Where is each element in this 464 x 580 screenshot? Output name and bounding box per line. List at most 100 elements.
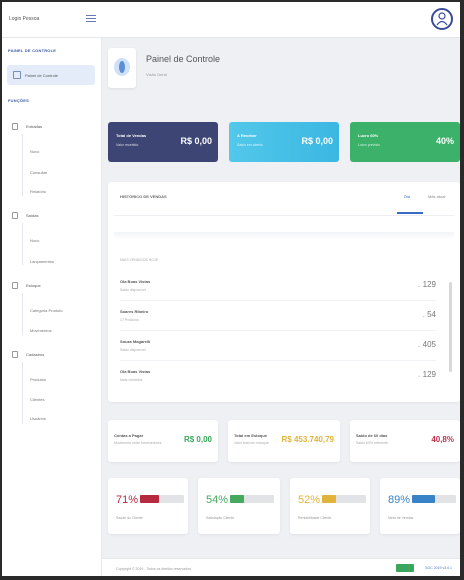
stat-card-total-vendas[interactable]: Total de Vendas Valor recebido R$ 0,00 [108, 122, 218, 162]
row-divider [120, 360, 436, 361]
row-divider [120, 330, 436, 331]
summary-subtitle: Saldo 60% referente [356, 441, 388, 445]
page-title: Painel de Controle [146, 54, 221, 64]
percent-value: 89% [388, 494, 411, 506]
list-item[interactable]: Souza Magarelli Saldo disponível 405 [120, 336, 442, 362]
sidebar-divider [22, 223, 23, 265]
panel-divider [114, 215, 454, 216]
summary-value: R$ 0,00 [183, 435, 212, 444]
sidebar-item-estoque-movimentos[interactable]: Movimentos [30, 328, 52, 333]
chart-area [114, 232, 454, 240]
sidebar-item-cadastros-produtos[interactable]: Produtos [30, 377, 46, 382]
sidebar-item-entradas-relatorio[interactable]: Relatório [30, 189, 46, 194]
sidebar-divider [22, 134, 23, 196]
summary-value: R$ 453.740,79 [281, 435, 335, 444]
page-header-icon-card [108, 48, 136, 88]
percent-card[interactable]: 71% Saúde do Cliente [108, 478, 188, 534]
summary-card-saldo[interactable]: Saldo de 60 dias Saldo 60% referente 40,… [350, 420, 460, 462]
percent-card[interactable]: 54% Satisfação Cliente [198, 478, 280, 534]
percent-bar [140, 495, 184, 503]
sidebar-divider [22, 362, 23, 424]
summary-title: Contas a Pagar [114, 433, 144, 438]
list-item-name: Souza Magarelli [120, 339, 151, 344]
list-item[interactable]: Ola Boas Vistas Saldo disponível 129 [120, 276, 442, 302]
tab-mes-atual[interactable]: Mês atual [428, 194, 445, 199]
panel-title: HISTÓRICO DE VENDAS [120, 194, 167, 199]
stat-subtitle: Saldo em aberto [237, 143, 263, 147]
list-item-desc: 17 Produtos [120, 318, 139, 322]
footer-version: SGC 2019 v3.0.1 [425, 566, 452, 570]
list-scrollbar[interactable] [449, 282, 452, 372]
stat-card-a-receber[interactable]: A Receber Saldo em aberto R$ 0,00 [229, 122, 339, 162]
dashboard-icon [13, 71, 21, 79]
sidebar-item-dashboard[interactable]: Painel de Controle [7, 65, 95, 85]
entry-icon [12, 123, 18, 130]
list-header: MAIS VENDIDOS HOJE [120, 258, 159, 262]
sidebar-item-entradas-novo[interactable]: Novo [30, 149, 39, 154]
tab-dia[interactable]: Dia [404, 194, 410, 199]
list-item-desc: Mais vendidos [120, 378, 143, 382]
sidebar-item-entradas-consultar[interactable]: Consultar [30, 170, 47, 175]
sidebar-item-label: Painel de Controle [25, 73, 58, 78]
summary-subtitle: Movimento entre fornecedores [114, 441, 162, 445]
summary-card-estoque[interactable]: Total em Estoque Valor total em estoque … [228, 420, 340, 462]
dashboard-logo-icon [114, 58, 130, 76]
list-item-count: 54 [422, 310, 436, 319]
sidebar-section-panel: PAINEL DE CONTROLE [8, 48, 57, 53]
list-item[interactable]: Soares Ribeiro 17 Produtos 54 [120, 306, 442, 332]
percent-value: 54% [206, 494, 229, 506]
percent-value: 71% [116, 494, 139, 506]
sidebar-section-actions: FUNÇÕES [8, 98, 29, 103]
list-item-count: 129 [417, 370, 436, 379]
summary-card-contas[interactable]: Contas a Pagar Movimento entre fornecedo… [108, 420, 218, 462]
percent-bar-fill [412, 495, 436, 503]
sidebar-item-saidas-novo[interactable]: Novo [30, 238, 39, 243]
summary-subtitle: Valor total em estoque [234, 441, 269, 445]
sidebar-group-label: Cadastros [26, 352, 45, 357]
sidebar: PAINEL DE CONTROLE Painel de Controle FU… [2, 38, 102, 576]
register-icon [12, 351, 18, 358]
list-item-name: Ola Boas Vistas [120, 369, 151, 374]
sidebar-item-saidas-lancamentos[interactable]: Lançamentos [30, 259, 54, 264]
sidebar-group-label: Saídas [26, 213, 39, 218]
list-item-count: 405 [417, 340, 436, 349]
percent-bar-fill [322, 495, 336, 503]
stat-value: 40% [435, 136, 454, 146]
percent-value: 52% [298, 494, 321, 506]
percent-label: Saúde do Cliente [116, 516, 143, 520]
active-tab-indicator [397, 212, 423, 214]
list-item-name: Soares Ribeiro [120, 309, 149, 314]
list-item[interactable]: Ola Boas Vistas Mais vendidos 129 [120, 366, 442, 392]
stat-value: R$ 0,00 [301, 136, 333, 146]
user-icon [436, 12, 448, 26]
list-item-count: 129 [417, 280, 436, 289]
sidebar-item-estoque-categoria[interactable]: Categoria Produto [30, 308, 62, 313]
row-divider [120, 300, 436, 301]
page-subtitle: Visão Geral [146, 72, 167, 77]
menu-toggle-icon[interactable] [86, 13, 96, 23]
stock-icon [12, 282, 18, 289]
stat-subtitle: Lucro previsto [358, 143, 380, 147]
percent-bar [412, 495, 456, 503]
percent-card[interactable]: 52% Rentabilidade Cliente [290, 478, 370, 534]
percent-label: Rentabilidade Cliente [298, 516, 332, 520]
stat-title: Lucro 60% [358, 133, 379, 138]
footer: Copyright © 2019 - Todos os direitos res… [102, 558, 460, 576]
summary-value: 40,8% [431, 435, 454, 444]
stat-card-lucro[interactable]: Lucro 60% Lucro previsto 40% [350, 122, 460, 162]
sidebar-group-label: Entradas [26, 124, 43, 129]
sidebar-divider [22, 293, 23, 335]
sidebar-item-cadastros-clientes[interactable]: Clientes [30, 397, 44, 402]
list-item-name: Ola Boas Vistas [120, 279, 151, 284]
percent-bar-fill [140, 495, 159, 503]
percent-label: Meta de Vendas [388, 516, 414, 520]
percent-card[interactable]: 89% Meta de Vendas [380, 478, 460, 534]
percent-bar-fill [230, 495, 245, 503]
sidebar-item-cadastros-usuarios[interactable]: Usuários [30, 416, 46, 421]
stat-value: R$ 0,00 [180, 136, 212, 146]
list-item-desc: Saldo disponível [120, 288, 146, 292]
summary-title: Total em Estoque [234, 433, 268, 438]
summary-title: Saldo de 60 dias [356, 433, 388, 438]
brand-name[interactable]: Login Pessoa [9, 16, 39, 22]
user-avatar[interactable] [431, 8, 453, 30]
